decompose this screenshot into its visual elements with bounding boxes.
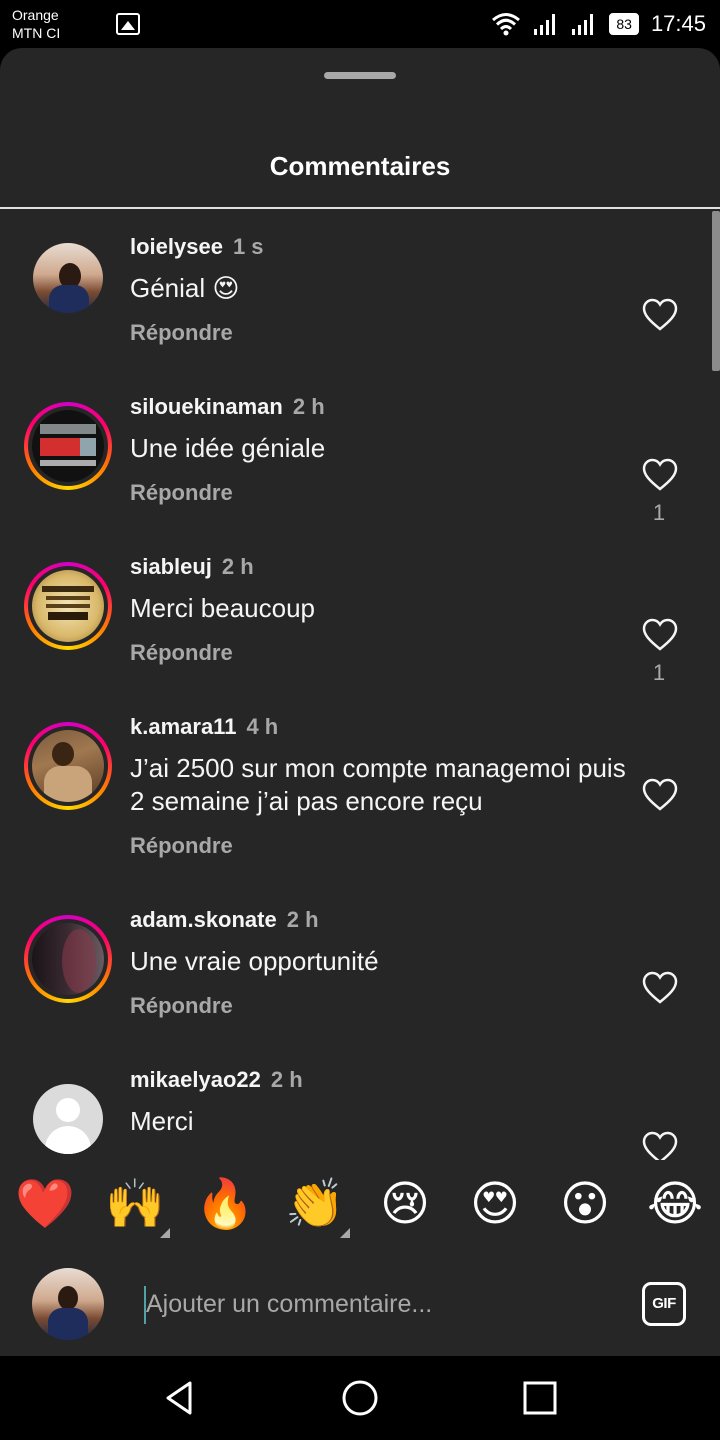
username-text[interactable]: loielysee: [130, 234, 223, 259]
default-avatar-icon: [33, 1084, 103, 1154]
carrier-label: Orange MTN CI: [12, 6, 60, 42]
comment-list[interactable]: loielysee 1 s Génial 😍 Répondre siloueki…: [0, 210, 720, 1160]
heart-icon[interactable]: [642, 458, 678, 492]
comment-composer: GIF: [0, 1254, 720, 1356]
heart-icon[interactable]: [642, 1131, 678, 1160]
sheet-title: Commentaires: [269, 151, 451, 181]
signal-icon: [534, 14, 556, 35]
username-text[interactable]: adam.skonate: [130, 907, 277, 932]
like-count: 1: [652, 660, 666, 685]
comment-username[interactable]: silouekinaman 2 h: [130, 394, 325, 420]
gif-button[interactable]: GIF: [642, 1282, 686, 1326]
navigation-bar: [0, 1356, 720, 1440]
emoji-raising-hands[interactable]: 🙌: [105, 1174, 165, 1234]
comment-time: 2 h: [270, 1067, 303, 1092]
battery-level: 83: [616, 16, 632, 32]
reply-button[interactable]: Répondre: [130, 320, 233, 346]
comment-text: Génial 😍: [130, 273, 240, 303]
divider: [0, 207, 720, 209]
comment-item: loielysee 1 s Génial 😍 Répondre: [0, 210, 720, 370]
skin-tone-indicator: [160, 1228, 170, 1238]
wifi-icon: [492, 13, 521, 36]
comment-item: adam.skonate 2 h Une vraie opportunité Ré…: [0, 883, 720, 1043]
comment-item: k.amara11 4 h J’ai 2500 sur mon compte ma…: [0, 690, 720, 883]
username-text[interactable]: silouekinaman: [130, 394, 283, 419]
avatar[interactable]: [24, 402, 112, 490]
image-icon: [116, 13, 140, 35]
avatar: [32, 1268, 104, 1340]
emoji-laughing[interactable]: 😂: [645, 1174, 705, 1234]
reply-button[interactable]: Répondre: [130, 640, 233, 666]
comment-username[interactable]: mikaelyao22 2 h: [130, 1067, 303, 1093]
comment-time: 2 h: [292, 394, 325, 419]
username-text[interactable]: mikaelyao22: [130, 1067, 261, 1092]
comment-username[interactable]: k.amara11 4 h: [130, 714, 278, 740]
status-icons: 83 17:45: [491, 8, 706, 40]
comment-time: 2 h: [221, 554, 254, 579]
avatar[interactable]: [24, 915, 112, 1003]
username-text[interactable]: k.amara11: [130, 714, 236, 739]
comment-username[interactable]: loielysee 1 s: [130, 234, 264, 260]
avatar[interactable]: [24, 562, 112, 650]
carrier-line-1: Orange: [12, 7, 59, 23]
emoji-bar: ❤️ 🙌 🔥 👏 😢 😍 😮 😂: [0, 1162, 720, 1246]
drag-handle[interactable]: [324, 72, 396, 79]
recents-icon[interactable]: [520, 1378, 560, 1418]
heart-icon[interactable]: [642, 298, 678, 332]
comment-username[interactable]: adam.skonate 2 h: [130, 907, 319, 933]
home-icon[interactable]: [340, 1378, 380, 1418]
battery-icon: 83: [609, 13, 639, 35]
heart-icon[interactable]: [642, 618, 678, 652]
comment-item: siableuj 2 h Merci beaucoup Répondre 1: [0, 530, 720, 690]
emoji-clapping[interactable]: 👏: [285, 1174, 345, 1234]
back-icon[interactable]: [160, 1378, 200, 1418]
comment-text: Merci: [130, 1106, 194, 1136]
comment-time: 1 s: [232, 234, 264, 259]
emoji-heart[interactable]: ❤️: [15, 1174, 75, 1234]
reply-button[interactable]: Répondre: [130, 993, 233, 1019]
like-count: 1: [652, 500, 666, 525]
comment-username[interactable]: siableuj 2 h: [130, 554, 254, 580]
comment-input[interactable]: [146, 1282, 606, 1326]
emoji-crying[interactable]: 😢: [375, 1174, 435, 1234]
carrier-line-2: MTN CI: [12, 25, 61, 41]
comment-time: 4 h: [246, 714, 279, 739]
avatar[interactable]: [24, 1075, 112, 1160]
comment-text: Une vraie opportunité: [130, 946, 379, 976]
reply-button[interactable]: Répondre: [130, 833, 233, 859]
scrollbar[interactable]: [712, 211, 720, 371]
heart-icon[interactable]: [642, 971, 678, 1005]
comments-sheet: Commentaires loielysee 1 s Génial 😍 Répon…: [0, 48, 720, 1356]
emoji-heart-eyes[interactable]: 😍: [465, 1174, 525, 1234]
comment-item: mikaelyao22 2 h Merci: [0, 1043, 720, 1160]
heart-icon[interactable]: [642, 778, 678, 812]
reply-button[interactable]: Répondre: [130, 480, 233, 506]
skin-tone-indicator: [340, 1228, 350, 1238]
clock: 17:45: [650, 11, 706, 36]
comment-item: silouekinaman 2 h Une idée géniale Répond…: [0, 370, 720, 530]
comment-time: 2 h: [286, 907, 319, 932]
comment-text: J’ai 2500 sur mon compte managemoi puis …: [130, 753, 626, 816]
emoji-surprised[interactable]: 😮: [555, 1174, 615, 1234]
status-bar: Orange MTN CI 83 17:45: [0, 0, 720, 48]
username-text[interactable]: siableuj: [130, 554, 212, 579]
emoji-fire[interactable]: 🔥: [195, 1174, 255, 1234]
comment-text: Merci beaucoup: [130, 593, 315, 623]
avatar[interactable]: [24, 234, 112, 322]
avatar[interactable]: [24, 722, 112, 810]
comment-text: Une idée géniale: [130, 433, 326, 463]
signal-icon: [572, 14, 594, 35]
